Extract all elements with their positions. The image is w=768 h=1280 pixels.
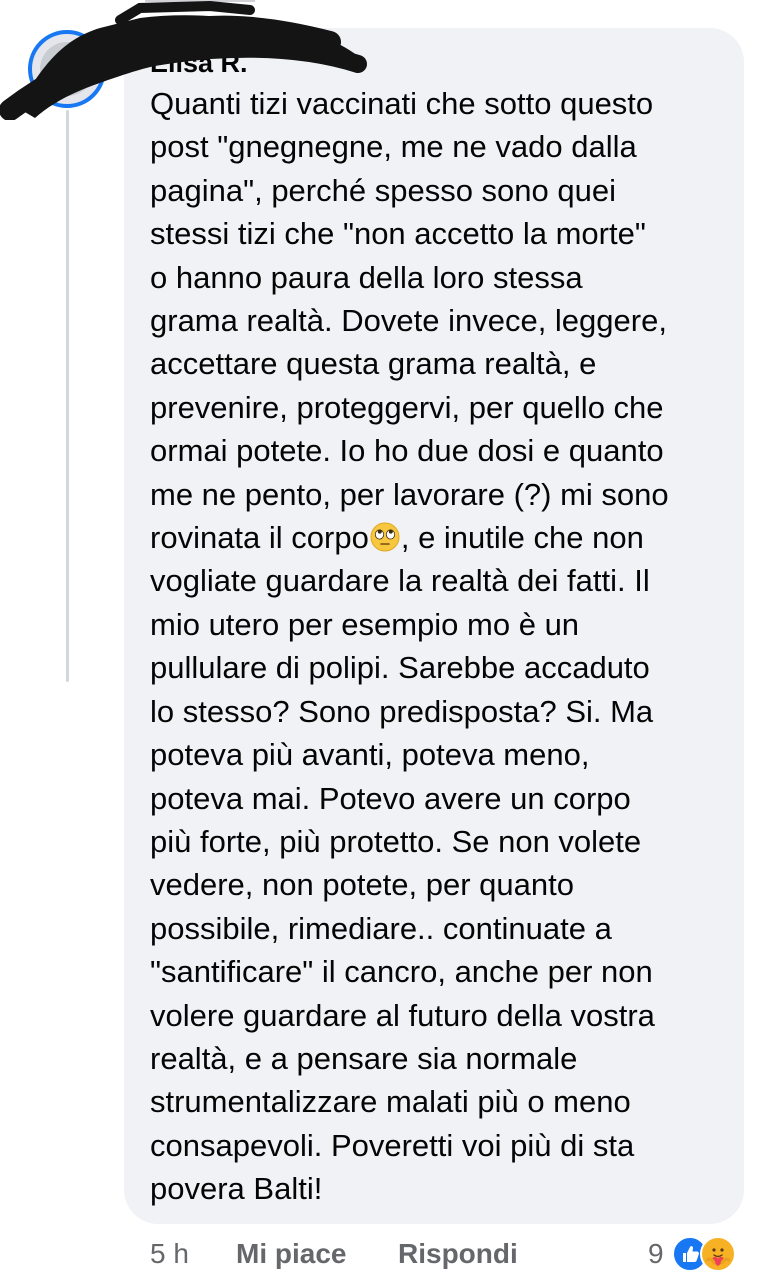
comment-text-part-1: Quanti tizi vaccinati che sotto questo p… [150, 86, 669, 556]
comment-text: Quanti tizi vaccinati che sotto questo p… [150, 82, 740, 1211]
reactions-summary[interactable] [672, 1234, 752, 1274]
comment-timestamp[interactable]: 5 h [150, 1238, 189, 1270]
thread-line [66, 110, 69, 682]
comment-footer: 5 h Mi piace Rispondi 9 [0, 1232, 768, 1272]
comment-screen: Elisa R. Quanti tizi vaccinati che sotto… [0, 0, 768, 1280]
top-divider [145, 0, 255, 2]
care-reaction-icon [700, 1236, 736, 1272]
avatar[interactable] [28, 30, 106, 108]
like-button[interactable]: Mi piace [236, 1238, 346, 1270]
reaction-count[interactable]: 9 [648, 1238, 664, 1270]
reply-button[interactable]: Rispondi [398, 1238, 518, 1270]
comment-text-part-2: , e inutile che non vogliate guardare la… [150, 520, 655, 1207]
comment-author-name[interactable]: Elisa R. [150, 48, 248, 78]
face-with-rolling-eyes-icon [370, 522, 400, 552]
avatar-image [40, 42, 94, 96]
